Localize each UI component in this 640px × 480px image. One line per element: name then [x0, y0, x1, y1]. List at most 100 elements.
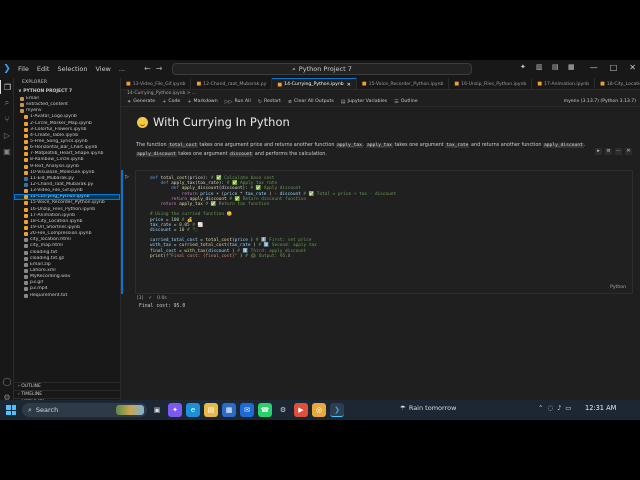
timeline-section[interactable]: › TIMELINE: [14, 390, 121, 398]
wifi-icon[interactable]: ◌: [547, 404, 553, 412]
code-token: discount: [150, 227, 174, 233]
nav-arrows[interactable]: ←→: [144, 64, 167, 73]
menu-file[interactable]: File: [14, 65, 33, 73]
editor-tab[interactable]: ■18-City_Location: [595, 78, 640, 89]
editor-tab[interactable]: ■ 13-Video_File_Gif.ipynb: [121, 78, 192, 89]
file-tree-item[interactable]: Requirement.txt: [14, 293, 120, 299]
file-icon: [24, 256, 28, 261]
settings-app-icon[interactable]: ⚙: [276, 403, 290, 417]
clear-outputs-button[interactable]: ≢ Clear All Outputs: [288, 99, 334, 105]
volume-icon[interactable]: ♪: [557, 404, 561, 412]
minimize-icon[interactable]: —: [590, 63, 598, 72]
folder-icon: [20, 109, 24, 114]
kernel-picker[interactable]: myenv (3.13.7) (Python 3.13.7): [564, 97, 636, 107]
file-icon: [24, 232, 28, 237]
weather-widget[interactable]: ☂ Rain tomorrow: [400, 404, 456, 412]
code-token: return: [160, 201, 180, 207]
file-icon: [24, 164, 28, 169]
code-token: # ✅ Return tax function: [205, 201, 270, 207]
editor-tab[interactable]: ■ 15-Voice_Recorder_Python.ipynb: [357, 78, 450, 89]
delete-cell-icon[interactable]: ✕: [625, 148, 632, 155]
file-icon: [24, 170, 28, 175]
command-center[interactable]: ⌕ Python Project 7: [172, 63, 472, 75]
edge-icon[interactable]: e: [186, 403, 200, 417]
run-debug-icon[interactable]: ▷: [0, 128, 14, 142]
editor-tabs: ■ 13-Video_File_Gif.ipynb ■ 12-Chand_raat_M…: [121, 78, 640, 90]
outline-button[interactable]: ☰ Outline: [394, 99, 417, 105]
editor-tab[interactable]: ■ 16-Unzip_Files_Python.ipynb: [449, 78, 533, 89]
markdown-paragraph: The function total_cost takes one argume…: [136, 142, 586, 157]
tab-close-icon[interactable]: ✕: [347, 82, 351, 88]
copilot-app-icon[interactable]: ✦: [168, 403, 182, 417]
account-icon[interactable]: ◯: [0, 374, 14, 388]
cell-language[interactable]: Python: [610, 285, 626, 290]
explorer-icon[interactable]: ❐: [0, 80, 14, 94]
outline-section[interactable]: › OUTLINE: [14, 382, 121, 390]
generate-button[interactable]: ✦ Generate: [127, 99, 155, 105]
extensions-icon[interactable]: ▣: [0, 144, 14, 158]
toggle-sidebar-icon[interactable]: ▥: [536, 63, 546, 73]
file-icon: [24, 127, 28, 132]
execution-info: [1] ✓ 0.0s: [137, 296, 167, 301]
menu-edit[interactable]: Edit: [33, 65, 54, 73]
editor-tab[interactable]: ■ 12-Chand_raat_Mubarak.py: [191, 78, 273, 89]
file-tree-label: Requirement.txt: [30, 292, 68, 298]
menu-view[interactable]: View: [91, 65, 114, 73]
task-view-icon[interactable]: ▣: [150, 403, 164, 417]
tab-label: 18-City_Location: [606, 81, 640, 87]
code-cell[interactable]: def total_cost(price): # ✅ Calculate bas…: [135, 170, 633, 294]
workspace-root[interactable]: ∨ PYTHON PROJECT 7: [14, 88, 120, 96]
customize-layout-icon[interactable]: ▦: [568, 63, 578, 73]
breadcrumb[interactable]: 14-Currying_Python.ipynb > ...: [121, 90, 640, 97]
restart-button[interactable]: ↻ Restart: [258, 99, 281, 105]
media-player-icon[interactable]: ▶: [294, 403, 308, 417]
split-cell-icon[interactable]: ≡: [605, 148, 612, 155]
variables-button[interactable]: ▤ Jupyter Variables: [341, 99, 387, 105]
tray-chevron-icon[interactable]: ⌃: [538, 404, 543, 412]
outline-icon: ☰: [394, 98, 399, 105]
copilot-icon[interactable]: ✦: [520, 63, 530, 73]
taskbar-clock[interactable]: 12:31 AM: [585, 404, 616, 412]
menu-more[interactable]: ...: [115, 65, 129, 73]
explorer-header: EXPLORER: [22, 80, 48, 85]
run-all-button[interactable]: ▷▷ Run All: [225, 99, 251, 105]
vscode-window: ❯ File Edit Selection View ... ←→ ⌕ Pyth…: [0, 60, 640, 420]
more-actions-icon[interactable]: ⋯: [615, 148, 622, 155]
layout-controls: ✦ ▥ ▤ ▦: [520, 63, 578, 73]
command-center-label: Python Project 7: [298, 65, 352, 73]
run-cell-button[interactable]: ▷: [125, 174, 129, 180]
plus-icon: +: [162, 98, 167, 105]
file-icon: [24, 219, 28, 224]
toggle-panel-icon[interactable]: ▤: [552, 63, 562, 73]
battery-icon[interactable]: ▭: [565, 404, 571, 412]
close-icon[interactable]: ✕: [629, 63, 636, 72]
chrome-icon[interactable]: ◎: [312, 403, 326, 417]
store-icon[interactable]: ▦: [222, 403, 236, 417]
editor-tab[interactable]: ■ 17-Animation.ipynb: [532, 78, 596, 89]
code-editor[interactable]: def total_cost(price): # ✅ Calculate bas…: [150, 176, 396, 259]
activity-bar: ❐ ⌕ ⑂ ▷ ▣ ◯ ⚙: [0, 78, 14, 408]
file-icon: [24, 146, 28, 151]
add-code-button[interactable]: + Code: [162, 99, 180, 105]
editor-tab[interactable]: ■ 14-Currying_Python.ipynb ✕: [272, 78, 357, 89]
whatsapp-icon[interactable]: ☎: [258, 403, 272, 417]
run-by-line-icon[interactable]: ▸: [595, 148, 602, 155]
source-control-icon[interactable]: ⑂: [0, 112, 14, 126]
code-token: print: [150, 253, 164, 259]
file-icon: [24, 176, 28, 181]
windows-start-icon[interactable]: [4, 403, 18, 417]
menu-selection[interactable]: Selection: [53, 65, 91, 73]
mail-icon[interactable]: ✉: [240, 403, 254, 417]
vscode-taskbar-icon[interactable]: ❯: [330, 403, 344, 417]
notebook-file-icon: ■: [277, 81, 283, 88]
folder-icon: [20, 97, 24, 102]
taskbar-search[interactable]: ⌕ Search: [22, 403, 147, 417]
file-icon: [24, 238, 28, 243]
file-icon: [24, 262, 28, 267]
back-arrow-icon[interactable]: ←: [144, 64, 156, 73]
maximize-icon[interactable]: □: [610, 63, 618, 72]
search-view-icon[interactable]: ⌕: [0, 96, 14, 110]
file-explorer-icon[interactable]: ▤: [204, 403, 218, 417]
forward-arrow-icon[interactable]: →: [156, 64, 168, 73]
add-markdown-button[interactable]: + Markdown: [187, 99, 217, 105]
